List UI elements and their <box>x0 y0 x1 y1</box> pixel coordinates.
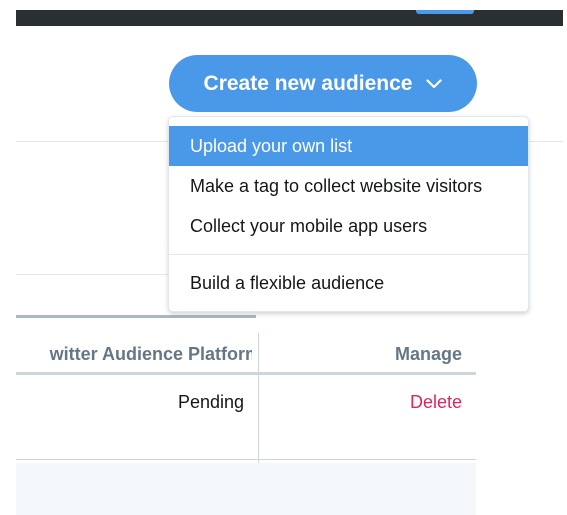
status-cell: Pending <box>177 392 244 412</box>
menu-divider <box>169 254 528 255</box>
audience-manager-page: Create new audience witter Audience Plat… <box>0 0 567 515</box>
create-audience-dropdown: Upload your own list Make a tag to colle… <box>168 116 529 312</box>
audience-table: witter Audience Platform Manage Pending … <box>16 333 476 463</box>
menu-item-website-tag[interactable]: Make a tag to collect website visitors <box>169 166 528 206</box>
chevron-down-icon <box>426 78 443 88</box>
table-header: witter Audience Platform Manage <box>16 333 476 375</box>
create-new-audience-button[interactable]: Create new audience <box>169 55 477 112</box>
section-divider <box>16 274 176 275</box>
top-nav-bar <box>16 10 563 26</box>
tab-underline <box>16 315 256 318</box>
top-nav-active-tab[interactable] <box>416 10 474 14</box>
table-row: Pending Delete <box>16 375 476 460</box>
column-header-platform: witter Audience Platform <box>49 343 252 364</box>
create-new-audience-label: Create new audience <box>203 71 413 95</box>
delete-link[interactable]: Delete <box>260 392 462 413</box>
menu-item-flexible-audience[interactable]: Build a flexible audience <box>169 263 528 303</box>
menu-item-mobile-app-users[interactable]: Collect your mobile app users <box>169 206 528 246</box>
column-header-manage: Manage <box>394 343 462 364</box>
table-footer <box>16 463 476 515</box>
menu-item-upload-list[interactable]: Upload your own list <box>169 126 528 166</box>
